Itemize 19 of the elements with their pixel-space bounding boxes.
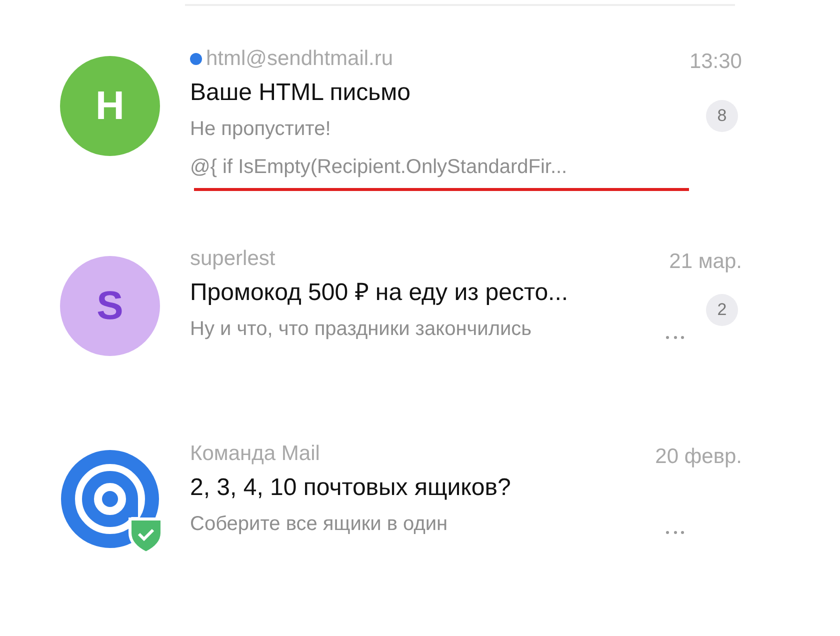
email-subject: Промокод 500 ₽ на еду из ресто... [190, 278, 570, 308]
email-preview: Не пропустите! [190, 117, 331, 142]
email-time: 20 февр. [655, 444, 742, 470]
avatar: H [60, 56, 160, 156]
email-subject: Ваше HTML письмо [190, 78, 412, 108]
message-count-badge: 8 [706, 100, 738, 132]
more-icon[interactable] [666, 531, 684, 534]
more-icon[interactable] [666, 336, 684, 339]
email-preview: Соберите все ящики в один [190, 512, 448, 537]
email-time: 21 мар. [669, 249, 742, 275]
email-preview: @{ if IsEmpty(Recipient.OnlyStandardFir... [190, 155, 568, 180]
message-count-badge: 2 [706, 294, 738, 326]
avatar: S [60, 256, 160, 356]
email-time: 13:30 [689, 49, 742, 75]
sender-name: Команда Mail [190, 441, 320, 468]
sender-name: html@sendhtmail.ru [206, 46, 394, 72]
sender-name: superlest [190, 246, 276, 272]
email-subject: 2, 3, 4, 10 почтовых ящиков? [190, 473, 512, 503]
email-preview: Ну и что, что праздники закончились [190, 317, 532, 342]
